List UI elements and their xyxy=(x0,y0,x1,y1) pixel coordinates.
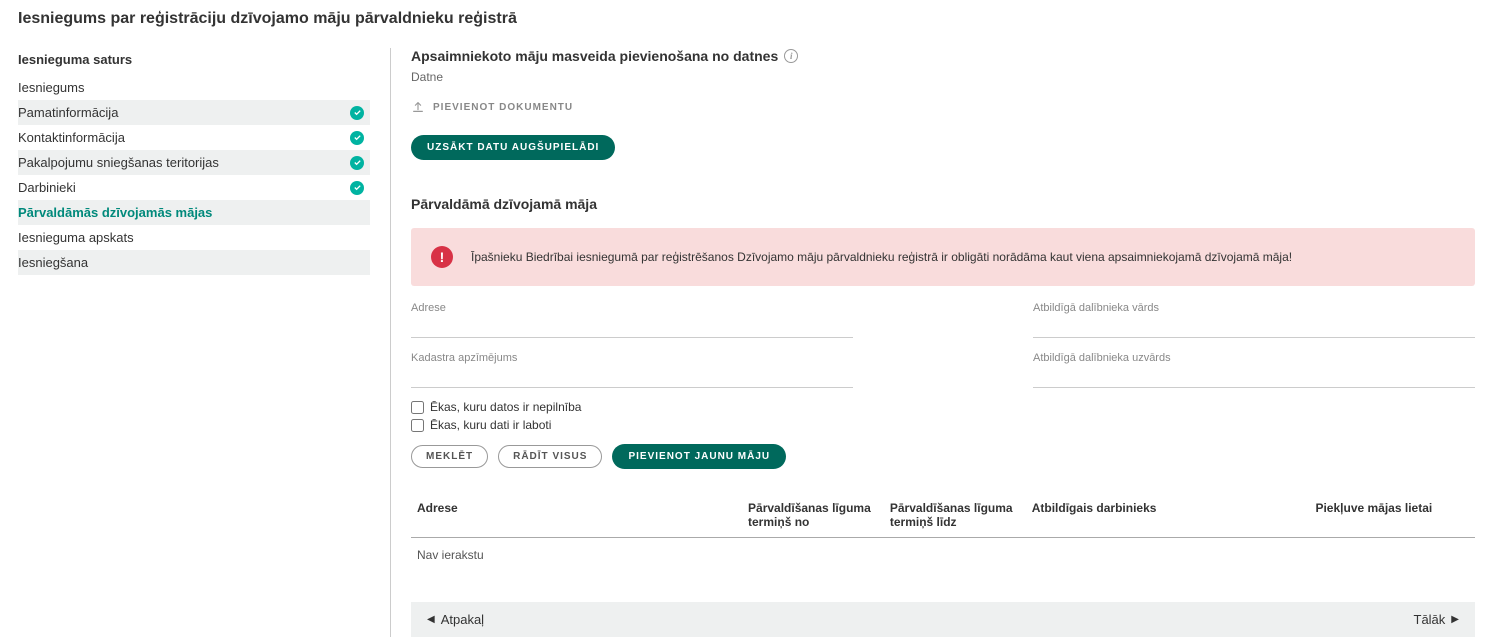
atb-vards-label: Atbildīgā dalībnieka vārds xyxy=(1033,302,1475,314)
checkbox-nepilniba-label: Ēkas, kuru datos ir nepilnība xyxy=(430,400,581,414)
sidebar-item-label: Iesnieguma apskats xyxy=(18,230,134,245)
nav-footer: ◀ Atpakaļ Tālāk ▶ xyxy=(411,602,1475,637)
upload-section-title-text: Apsaimniekoto māju masveida pievienošana… xyxy=(411,48,778,64)
sidebar-item-apskats[interactable]: Iesnieguma apskats xyxy=(18,225,370,250)
add-new-house-button[interactable]: PIEVIENOT JAUNU MĀJU xyxy=(612,444,786,469)
table-header-row: Adrese Pārvaldīšanas līguma termiņš no P… xyxy=(411,493,1475,538)
sidebar-item-iesniegsana[interactable]: Iesniegšana xyxy=(18,250,370,275)
next-label: Tālāk xyxy=(1414,612,1446,627)
sidebar-item-label: Pamatinformācija xyxy=(18,105,118,120)
start-upload-button[interactable]: UZSĀKT DATU AUGŠUPIELĀDI xyxy=(411,135,615,160)
checkbox-nepilniba-input[interactable] xyxy=(411,401,424,414)
sidebar-item-label: Kontaktinformācija xyxy=(18,130,125,145)
check-icon xyxy=(350,156,364,170)
alert-text: Īpašnieku Biedrībai iesniegumā par reģis… xyxy=(471,250,1292,264)
sidebar-item-darbinieki[interactable]: Darbinieki xyxy=(18,175,370,200)
adrese-input[interactable] xyxy=(411,316,853,338)
file-label: Datne xyxy=(411,70,1475,84)
checkbox-laboti-input[interactable] xyxy=(411,419,424,432)
sidebar-item-label: Darbinieki xyxy=(18,180,76,195)
field-adrese: Adrese xyxy=(411,302,853,338)
field-kadastrs: Kadastra apzīmējums xyxy=(411,352,853,388)
th-piekluve: Piekļuve mājas lietai xyxy=(1309,493,1475,538)
sidebar: Iesnieguma saturs Iesniegums Pamatinform… xyxy=(18,48,370,637)
houses-table: Adrese Pārvaldīšanas līguma termiņš no P… xyxy=(411,493,1475,572)
check-icon xyxy=(350,106,364,120)
sidebar-item-iesniegums[interactable]: Iesniegums xyxy=(18,75,370,100)
upload-section-title: Apsaimniekoto māju masveida pievienošana… xyxy=(411,48,1475,64)
upload-icon xyxy=(411,100,425,114)
main-content: Apsaimniekoto māju masveida pievienošana… xyxy=(390,48,1481,637)
sidebar-item-label: Pārvaldāmās dzīvojamās mājas xyxy=(18,205,212,220)
atb-vards-input[interactable] xyxy=(1033,316,1475,338)
th-adrese: Adrese xyxy=(411,493,742,538)
alert-icon: ! xyxy=(431,246,453,268)
next-link[interactable]: Tālāk ▶ xyxy=(1414,612,1460,627)
th-term-lidz: Pārvaldīšanas līguma termiņš līdz xyxy=(884,493,1026,538)
kadastrs-input[interactable] xyxy=(411,366,853,388)
checkbox-nepilniba[interactable]: Ēkas, kuru datos ir nepilnība xyxy=(411,400,1475,414)
th-darbinieks: Atbildīgais darbinieks xyxy=(1026,493,1310,538)
kadastrs-label: Kadastra apzīmējums xyxy=(411,352,853,364)
table-row: Nav ierakstu xyxy=(411,538,1475,573)
attach-document-button[interactable]: PIEVIENOT DOKUMENTU xyxy=(411,100,573,114)
atb-uzvards-input[interactable] xyxy=(1033,366,1475,388)
arrow-left-icon: ◀ xyxy=(427,614,435,625)
arrow-right-icon: ▶ xyxy=(1451,614,1459,625)
info-icon[interactable]: i xyxy=(784,49,798,63)
show-all-button[interactable]: RĀDĪT VISUS xyxy=(498,445,602,468)
sidebar-item-kontaktinformacija[interactable]: Kontaktinformācija xyxy=(18,125,370,150)
sidebar-title: Iesnieguma saturs xyxy=(18,48,370,75)
no-records-cell: Nav ierakstu xyxy=(411,538,1475,573)
sidebar-item-label: Iesniegums xyxy=(18,80,84,95)
sidebar-item-parvaldamas-majas[interactable]: Pārvaldāmās dzīvojamās mājas xyxy=(18,200,370,225)
page-title: Iesniegums par reģistrāciju dzīvojamo mā… xyxy=(18,10,1481,28)
adrese-label: Adrese xyxy=(411,302,853,314)
field-atb-uzvards: Atbildīgā dalībnieka uzvārds xyxy=(1033,352,1475,388)
alert-box: ! Īpašnieku Biedrībai iesniegumā par reģ… xyxy=(411,228,1475,286)
manage-section-title: Pārvaldāmā dzīvojamā māja xyxy=(411,196,1475,212)
check-icon xyxy=(350,181,364,195)
search-button[interactable]: MEKLĒT xyxy=(411,445,488,468)
back-label: Atpakaļ xyxy=(441,612,484,627)
back-link[interactable]: ◀ Atpakaļ xyxy=(427,612,484,627)
sidebar-item-pamatinformacija[interactable]: Pamatinformācija xyxy=(18,100,370,125)
field-atb-vards: Atbildīgā dalībnieka vārds xyxy=(1033,302,1475,338)
sidebar-item-teritorijas[interactable]: Pakalpojumu sniegšanas teritorijas xyxy=(18,150,370,175)
checkbox-laboti[interactable]: Ēkas, kuru dati ir laboti xyxy=(411,418,1475,432)
sidebar-item-label: Pakalpojumu sniegšanas teritorijas xyxy=(18,155,219,170)
sidebar-item-label: Iesniegšana xyxy=(18,255,88,270)
attach-document-label: PIEVIENOT DOKUMENTU xyxy=(433,102,573,113)
check-icon xyxy=(350,131,364,145)
atb-uzvards-label: Atbildīgā dalībnieka uzvārds xyxy=(1033,352,1475,364)
checkbox-laboti-label: Ēkas, kuru dati ir laboti xyxy=(430,418,551,432)
th-term-no: Pārvaldīšanas līguma termiņš no xyxy=(742,493,884,538)
